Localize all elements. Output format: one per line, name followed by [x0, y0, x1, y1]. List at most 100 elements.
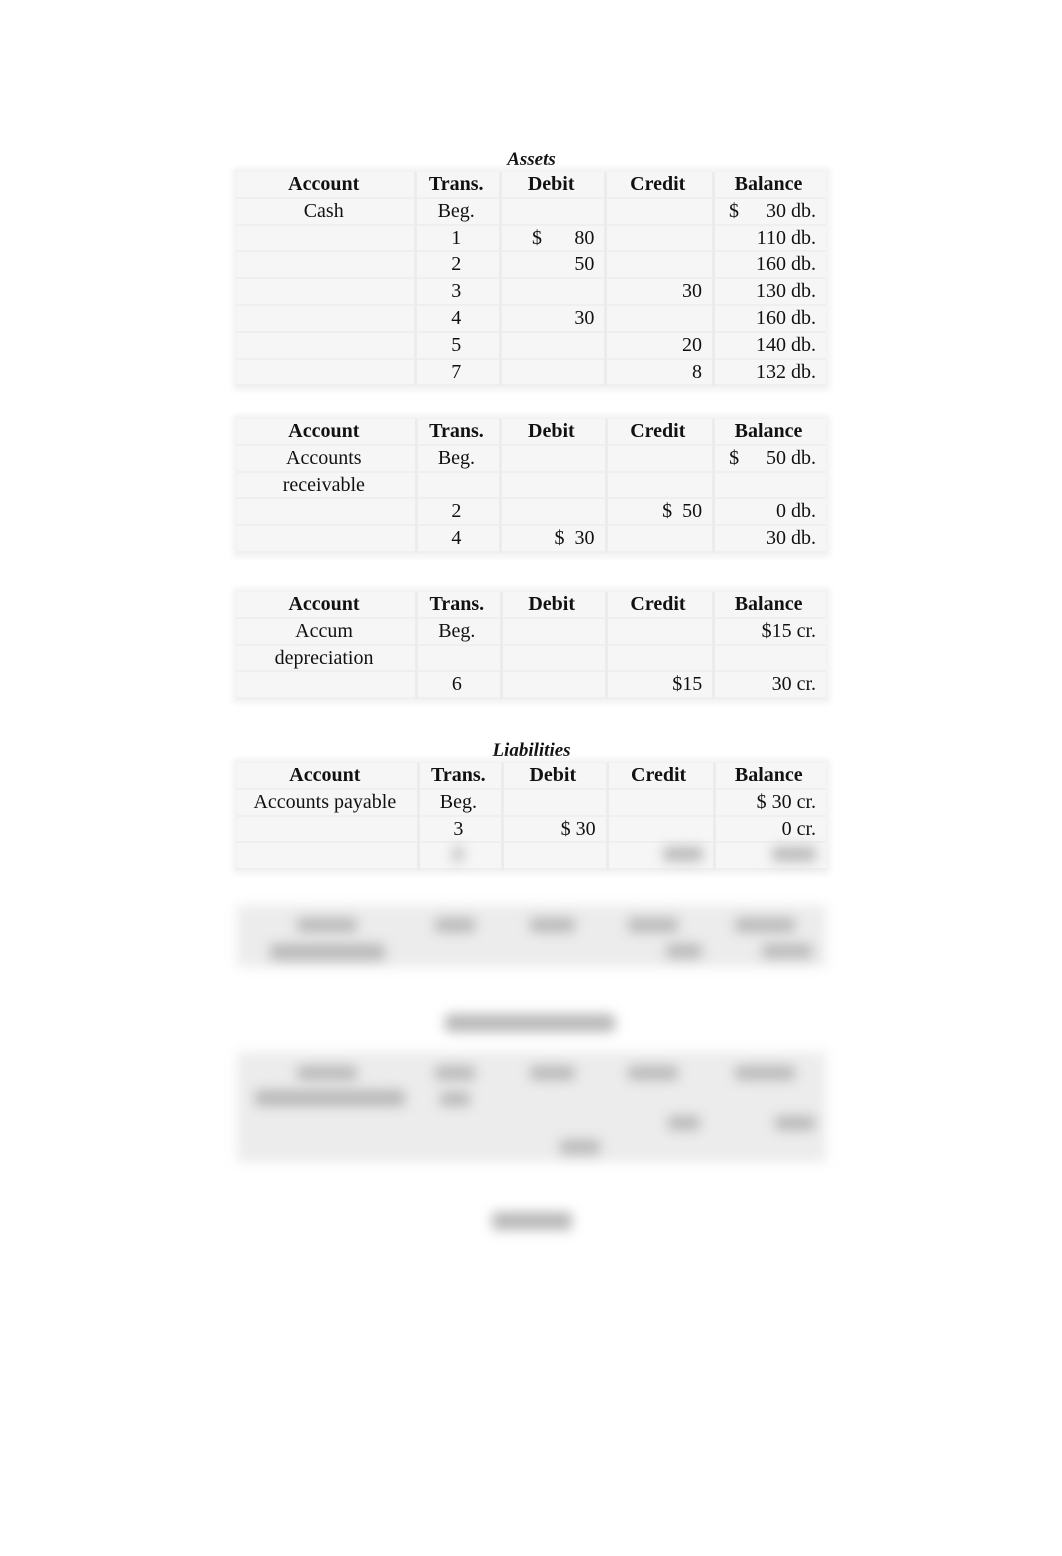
table-row: 4 30 160 db. [237, 304, 826, 333]
table-row: 4 $ 30 30 db. [237, 525, 826, 553]
table-row: 6 $15 30 cr. [237, 671, 826, 700]
col-debit: Debit [499, 592, 607, 619]
credit-cell: $15 [604, 671, 714, 700]
blurred-text [560, 1140, 600, 1154]
balance-cell: 132 db. [712, 358, 826, 387]
balance-cell: 30 cr. [712, 671, 826, 700]
credit-cell [604, 444, 714, 473]
blurred-text [297, 1066, 357, 1080]
trans-cell: 6 [415, 671, 502, 700]
col-debit: Debit [499, 419, 607, 446]
balance-cell: $15 cr. [712, 617, 826, 646]
trans-cell: 2 [414, 498, 501, 527]
ledger-header-row: Account Trans. Debit Credit Balance [237, 592, 826, 619]
blurred-text [628, 918, 678, 932]
debit-cell: 30 [498, 304, 606, 333]
ledger-header-row: Account Trans. Debit Credit Balance [237, 763, 826, 790]
debit-cell [498, 278, 606, 306]
blurred-text [668, 1116, 700, 1130]
col-trans: Trans. [414, 419, 501, 446]
debit-cell: $ 30 [501, 815, 608, 844]
debit-cell [499, 444, 607, 473]
table-row-blurred [237, 842, 826, 871]
trans-cell: 7 [414, 358, 501, 387]
debit-cell [499, 498, 607, 527]
col-balance: Balance [712, 592, 826, 619]
blurred-text [628, 1066, 678, 1080]
debit-cell [501, 788, 608, 817]
ledger-header-row: Account Trans. Debit Credit Balance [237, 172, 826, 199]
trans-cell: 4 [414, 304, 501, 333]
table-row: 7 8 132 db. [237, 358, 826, 387]
table-row: Accum Beg. $15 cr. [237, 617, 826, 646]
credit-cell [604, 197, 714, 226]
table-row: 5 20 140 db. [237, 331, 826, 360]
ledger-cash: Account Trans. Debit Credit Balance Cash… [237, 172, 826, 387]
credit-cell [604, 617, 714, 646]
section-title-assets: Assets [507, 149, 556, 170]
col-account: Account [237, 763, 419, 790]
ledger-header-row: Account Trans. Debit Credit Balance [237, 419, 826, 446]
blurred-text [270, 944, 385, 960]
credit-cell [604, 251, 714, 280]
trans-cell: 4 [414, 525, 501, 553]
trans-cell: 1 [414, 224, 501, 253]
table-row: 1 $80 110 db. [237, 224, 826, 253]
balance-cell: 160 db. [712, 251, 826, 280]
blurred-text [297, 918, 357, 932]
trans-cell: 3 [416, 815, 503, 844]
credit-cell: 30 [604, 278, 714, 306]
credit-cell [604, 224, 714, 253]
blurred-text [762, 944, 812, 958]
account-name: Accounts [237, 444, 417, 473]
table-row: Accounts Beg. $50 db. [237, 444, 826, 473]
balance-cell: 0 db. [712, 498, 826, 527]
blurred-text [735, 918, 795, 932]
trans-cell: 2 [414, 251, 501, 280]
credit-cell: 20 [604, 331, 714, 360]
balance-cell: 160 db. [712, 304, 826, 333]
blurred-text [435, 1066, 475, 1080]
account-name: Cash [237, 197, 416, 226]
account-name: Accum [237, 617, 417, 646]
account-name: Accounts payable [237, 788, 419, 817]
blurred-text [440, 1092, 470, 1106]
trans-cell: Beg. [415, 617, 502, 646]
balance-cell: 30 db. [712, 525, 826, 553]
col-balance: Balance [712, 172, 826, 199]
col-credit: Credit [604, 419, 714, 446]
table-row: 2 50 160 db. [237, 251, 826, 280]
ledger-accum-depreciation: Account Trans. Debit Credit Balance Accu… [237, 592, 826, 700]
debit-cell [498, 358, 606, 387]
col-credit: Credit [604, 172, 714, 199]
table-row: Cash Beg. $30 db. [237, 197, 826, 226]
col-account: Account [237, 592, 417, 619]
col-debit: Debit [498, 172, 606, 199]
debit-cell [499, 671, 607, 700]
blurred-text [530, 1066, 575, 1080]
table-row: 3 30 130 db. [237, 278, 826, 306]
debit-cell: $80 [498, 224, 606, 253]
blurred-text [666, 944, 702, 958]
debit-cell [499, 617, 607, 646]
blurred-text [255, 1090, 405, 1106]
col-trans: Trans. [415, 592, 502, 619]
debit-cell: 50 [498, 251, 606, 280]
balance-cell: $30 db. [712, 197, 826, 226]
blurred-section-title [445, 1014, 615, 1032]
balance-cell: 130 db. [712, 278, 826, 306]
table-row: 3 $ 30 0 cr. [237, 815, 826, 844]
debit-cell [498, 197, 606, 226]
credit-cell: 8 [604, 358, 714, 387]
balance-cell: $50 db. [712, 444, 826, 473]
credit-cell [604, 304, 714, 333]
trans-cell: Beg. [414, 444, 501, 473]
table-row: receivable [237, 471, 826, 500]
table-row: depreciation [237, 644, 826, 673]
col-trans: Trans. [416, 763, 503, 790]
col-credit: Credit [605, 763, 715, 790]
balance-cell: 140 db. [712, 331, 826, 360]
credit-cell [605, 788, 715, 817]
col-balance: Balance [712, 419, 826, 446]
col-account: Account [237, 419, 417, 446]
